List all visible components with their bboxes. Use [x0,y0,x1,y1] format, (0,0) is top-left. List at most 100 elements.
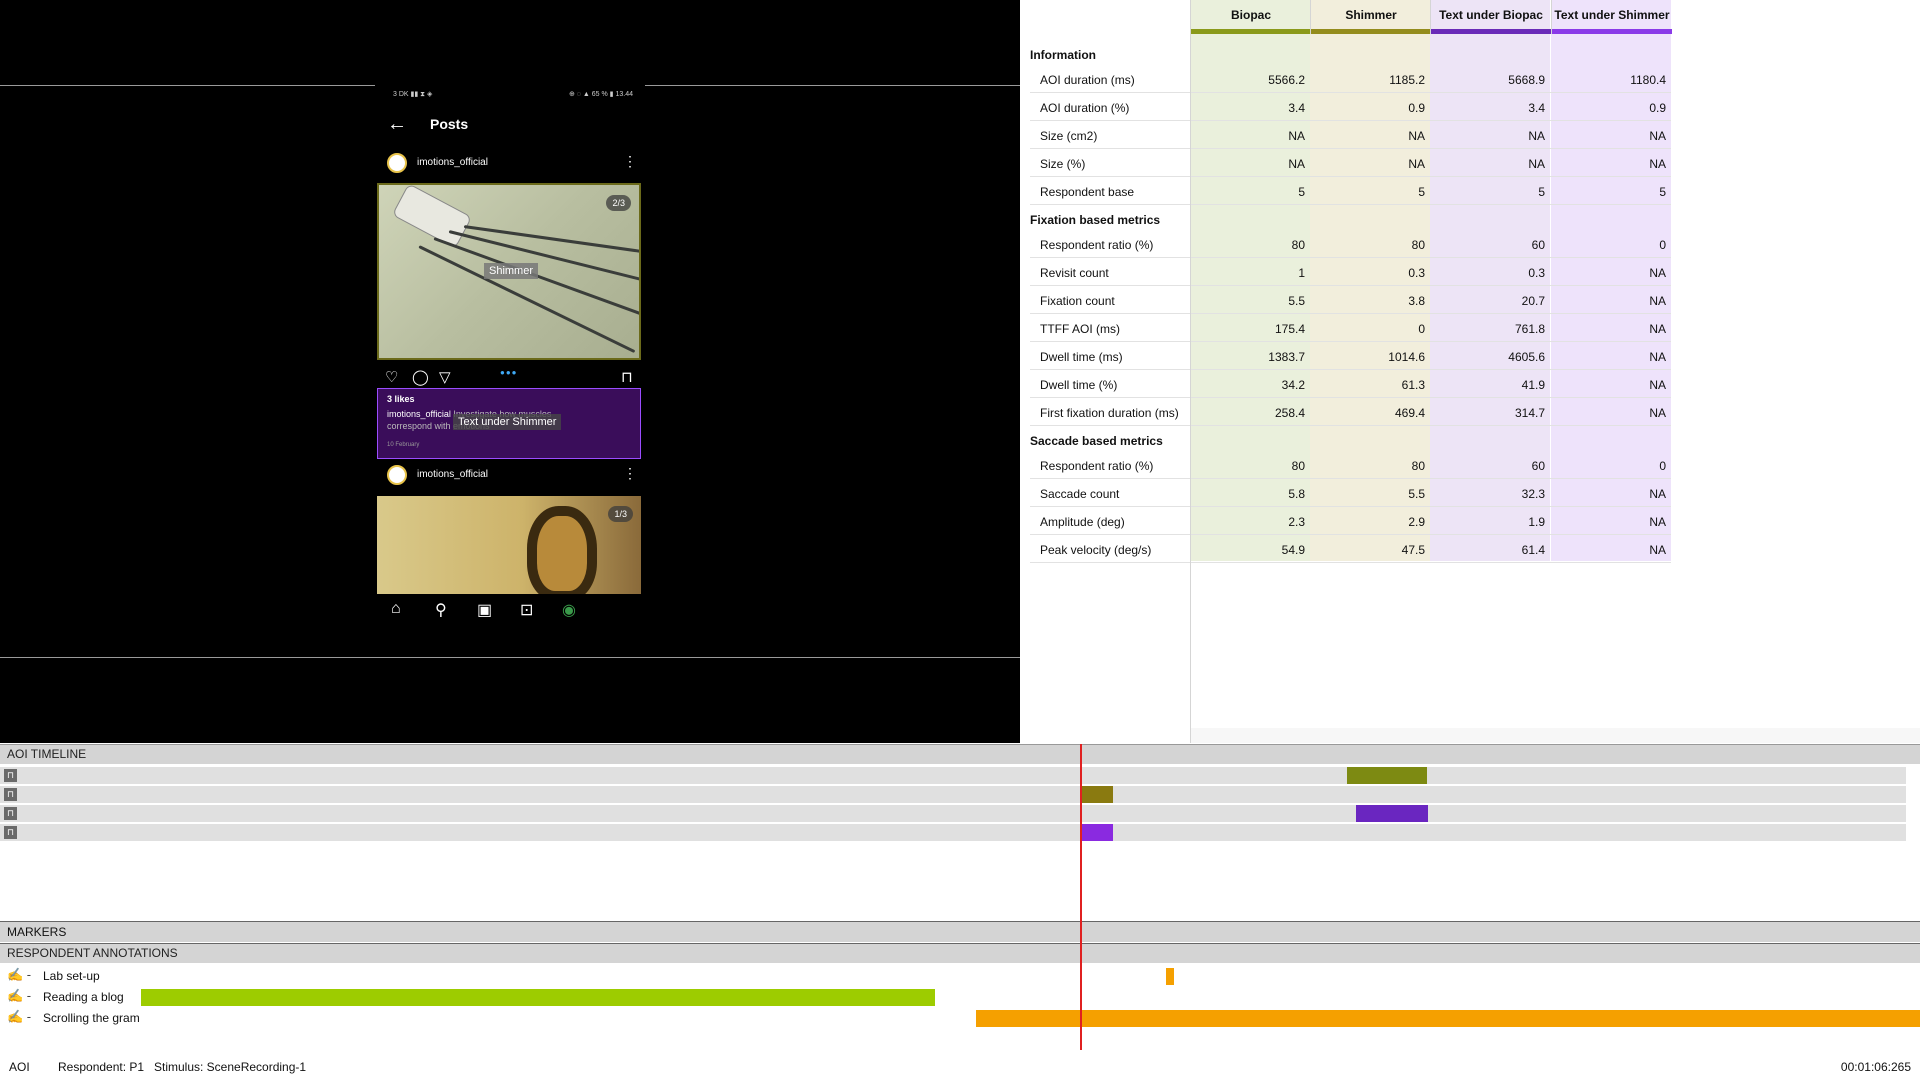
aoi-row[interactable]: ⊓ [0,767,1906,784]
metric-value: 3.8 [1408,294,1425,308]
lock-icon[interactable]: ⊓ [4,826,17,839]
shop-icon[interactable]: ⊡ [520,600,533,620]
aoi-label-shimmer: Shimmer [484,263,539,279]
home-icon[interactable]: ⌂ [391,600,401,618]
column-color-bar [1191,29,1311,34]
metric-value: 258.4 [1274,406,1305,420]
metric-label: Respondent ratio (%) [1040,459,1154,473]
metric-value: NA [1649,543,1666,557]
phone-status-right: ⊕ ◌ ▲ 65 % ▮ 13.44 [568,91,633,98]
reels-icon[interactable]: ▣ [477,600,492,620]
aoi-segment[interactable] [1346,767,1427,784]
post-actions: ♡ ◯ ▽ ●●● ⊓ [385,368,635,388]
post-username[interactable]: imotions_official [417,469,488,480]
column-header[interactable]: Text under Biopac [1430,0,1551,34]
metric-value: 761.8 [1514,322,1545,336]
row-divider [1030,562,1671,563]
annotation-row[interactable]: ✍ - Scrolling the gram [0,1007,1920,1028]
column-color-bar [1552,29,1672,34]
back-arrow-icon[interactable]: ← [387,114,407,134]
status-respondent: Respondent: P1 [58,1060,145,1074]
metric-value: 47.5 [1401,543,1425,557]
column-header[interactable]: Biopac [1190,0,1311,34]
horizontal-scrollbar[interactable] [1191,728,1920,743]
caption-user: imotions_official [387,409,451,419]
share-icon[interactable]: ▽ [439,368,451,386]
annotation-label: Scrolling the gram [43,1011,140,1025]
metric-value: NA [1649,350,1666,364]
row-divider [1030,285,1671,286]
metric-label: Dwell time (ms) [1040,350,1123,364]
bottom-nav: ⌂ ⚲ ▣ ⊡ ◉ [375,600,645,624]
metric-value: 0.3 [1408,266,1425,280]
person-face [527,506,597,594]
aoi-segment[interactable] [1081,786,1113,803]
post-image[interactable]: 2/3 Shimmer [377,183,641,360]
aoi-segment[interactable] [1081,824,1113,841]
metric-value: 5668.9 [1508,73,1545,87]
lock-icon[interactable]: ⊓ [4,769,17,782]
comment-icon[interactable]: ◯ [412,368,429,386]
metric-value: 5.5 [1288,294,1305,308]
post-image[interactable]: 1/3 [377,496,641,594]
image-counter: 1/3 [608,506,633,522]
metric-value: 469.4 [1394,406,1425,420]
aoi-row[interactable]: ⊓ [0,824,1906,841]
aoi-segment[interactable] [1356,805,1428,822]
markers-section: MARKERS [0,921,1920,942]
aoi-row[interactable]: ⊓ [0,786,1906,803]
annotation-label: Reading a blog [43,990,124,1004]
annotation-row[interactable]: ✍ - Reading a blog [0,986,1920,1007]
metric-value: 5 [1538,185,1545,199]
caption-date: 10 February [387,442,420,448]
avatar[interactable] [387,153,407,173]
metric-value: 61.3 [1401,378,1425,392]
playhead[interactable] [1080,744,1082,1050]
annotations-title: RESPONDENT ANNOTATIONS [0,944,1920,963]
metric-value: 0 [1659,459,1666,473]
avatar[interactable] [387,465,407,485]
metric-label: Fixation count [1040,294,1115,308]
lock-icon[interactable]: ⊓ [4,807,17,820]
metric-label: Saccade count [1040,487,1120,501]
annotation-row[interactable]: ✍ - Lab set-up [0,965,1920,986]
lock-icon[interactable]: ⊓ [4,788,17,801]
search-icon[interactable]: ⚲ [435,600,447,620]
heart-icon[interactable]: ♡ [385,368,398,386]
metric-value: 5566.2 [1268,73,1305,87]
column-header-label: Biopac [1230,8,1271,22]
aoi-row[interactable]: ⊓ [0,805,1906,822]
annotation-segment[interactable] [976,1010,1920,1027]
annotation-icon: ✍ - [7,1009,32,1024]
more-options-icon[interactable]: ⋮ [623,465,637,482]
row-divider [1030,369,1671,370]
profile-icon[interactable]: ◉ [562,600,576,620]
metric-value: 80 [1411,459,1425,473]
row-divider [1030,120,1671,121]
annotation-icon: ✍ - [7,988,32,1003]
bookmark-icon[interactable]: ⊓ [621,368,633,386]
metric-value: 0.9 [1408,101,1425,115]
vertical-scrollbar[interactable] [1904,34,1920,730]
metric-value: NA [1528,129,1545,143]
annotation-segment[interactable] [1166,968,1175,985]
post-username[interactable]: imotions_official [417,157,488,168]
column-header[interactable]: Shimmer [1310,0,1431,34]
metric-value: 3.4 [1528,101,1545,115]
metric-value: 1.9 [1528,515,1545,529]
column-header[interactable]: Text under Shimmer [1551,0,1672,34]
metric-label: Size (cm2) [1040,129,1098,143]
metric-label: AOI duration (ms) [1040,73,1135,87]
metrics-table: Biopac Shimmer Text under Biopac Text under… [1021,0,1920,743]
sensor-device [393,185,471,248]
metric-value: 80 [1291,459,1305,473]
more-options-icon[interactable]: ⋮ [623,153,637,170]
metric-value: 2.9 [1408,515,1425,529]
metric-value: 20.7 [1521,294,1545,308]
metric-value: 1383.7 [1268,350,1305,364]
metric-label: Dwell time (%) [1040,378,1118,392]
metric-value: 0 [1418,322,1425,336]
metric-value: 1185.2 [1389,73,1425,87]
annotation-segment[interactable] [141,989,936,1006]
metric-label: Amplitude (deg) [1040,515,1125,529]
